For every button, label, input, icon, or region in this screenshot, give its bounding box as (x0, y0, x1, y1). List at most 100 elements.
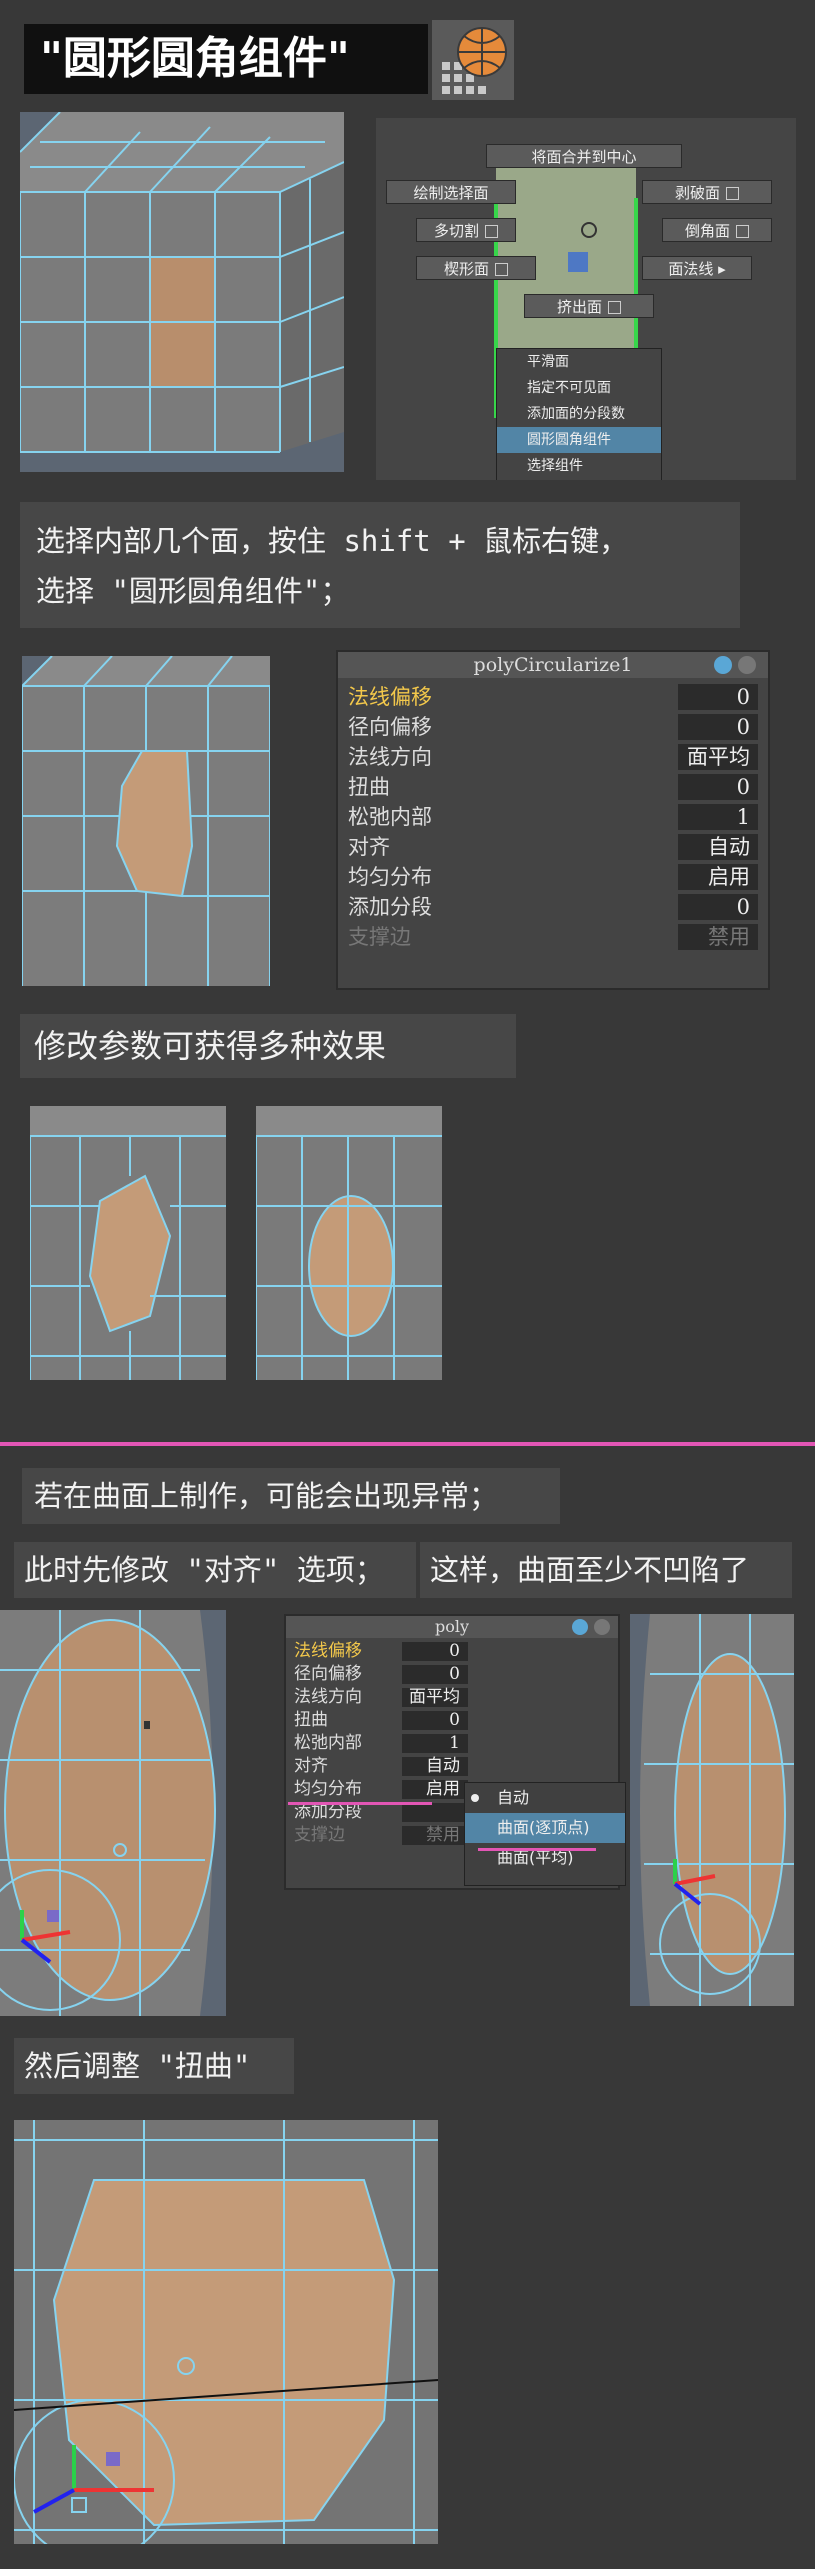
attr-value-field[interactable]: 面平均 (402, 1688, 468, 1707)
close-icon[interactable] (738, 656, 756, 674)
menu-label: 倒角面 (684, 222, 730, 240)
viewport-circularized (22, 656, 270, 986)
attr-label: 松弛内部 (348, 805, 432, 829)
viewport-variant-b (256, 1106, 442, 1380)
submenu-item[interactable]: 指定不可见面 (497, 375, 661, 401)
page-title: "圆形圆角组件" (24, 24, 428, 94)
twist-caption: 然后调整 "扭曲" (14, 2038, 294, 2094)
attr-value-field[interactable] (402, 1803, 468, 1822)
submenu-item[interactable]: 添加面的分段数 (497, 401, 661, 427)
attr-row-twist: 扭曲 0 (286, 1709, 618, 1732)
attr-row-alignment: 对齐 自动 (338, 832, 768, 862)
attr-row-normal-direction: 法线方向 面平均 (286, 1686, 618, 1709)
attr-value-field[interactable]: 0 (678, 894, 758, 920)
panel-title: polyCircularize1 (338, 652, 768, 678)
close-icon[interactable] (594, 1619, 610, 1635)
attr-row-relax-interior: 松弛内部 1 (338, 802, 768, 832)
circularize-icon (432, 20, 514, 100)
attr-row-normal-offset: 法线偏移 0 (338, 682, 768, 712)
attr-label: 法线偏移 (294, 1641, 362, 1661)
attr-label: 添加分段 (348, 895, 432, 919)
attr-value-field[interactable]: 0 (678, 774, 758, 800)
attr-value-field[interactable]: 0 (678, 684, 758, 710)
attr-value-field[interactable]: 1 (678, 804, 758, 830)
surface-warning-caption: 若在曲面上制作，可能会出现异常； (22, 1468, 560, 1524)
option-box-icon[interactable] (608, 301, 621, 314)
attr-value-field[interactable]: 0 (402, 1642, 468, 1661)
attr-row-even-distribution: 均匀分布 启用 (338, 862, 768, 892)
caption-line: 选择 "圆形圆角组件"； (36, 574, 350, 608)
attr-label: 法线偏移 (348, 685, 432, 709)
face-normal-button[interactable]: 面法线 ▸ (642, 256, 752, 280)
highlight-underline (478, 1848, 596, 1851)
submenu-item[interactable]: 选择组件 (497, 453, 661, 479)
alignment-dropdown[interactable]: 自动 (402, 1757, 468, 1776)
viewport-surface-fixed (630, 1614, 794, 2006)
multi-cut-button[interactable]: 多切割 (416, 218, 516, 242)
panel-toggle-icon[interactable] (714, 656, 732, 674)
menu-label: 楔形面 (443, 260, 489, 278)
attr-row-normal-direction: 法线方向 面平均 (338, 742, 768, 772)
panel-toggle-icon[interactable] (572, 1619, 588, 1635)
draw-select-face-button[interactable]: 绘制选择面 (386, 180, 516, 204)
merge-to-center-button[interactable]: 将面合并到中心 (486, 144, 682, 168)
extrude-face-button[interactable]: 挤出面 (524, 294, 654, 318)
highlight-underline (288, 1802, 432, 1805)
attr-label: 径向偏移 (348, 715, 432, 739)
attr-value-field[interactable]: 禁用 (402, 1826, 468, 1845)
option-label: 自动 (497, 1788, 530, 1807)
result-caption: 这样，曲面至少不凹陷了 (420, 1542, 792, 1598)
attr-value-field[interactable]: 启用 (678, 864, 758, 890)
option-box-icon[interactable] (726, 187, 739, 200)
marking-menu-screenshot: 将面合并到中心 绘制选择面 剥破面 多切割 倒角面 楔形面 面法线 ▸ 挤出面 … (376, 118, 796, 480)
align-option-caption: 此时先修改 "对齐" 选项； (14, 1542, 416, 1598)
attr-label: 均匀分布 (348, 865, 432, 889)
attr-row-radial-offset: 径向偏移 0 (286, 1663, 618, 1686)
selected-dot-icon (471, 1794, 479, 1802)
section-divider (0, 1442, 815, 1446)
option-box-icon[interactable] (736, 225, 749, 238)
dropdown-option[interactable]: 自动 (465, 1783, 625, 1813)
attr-label: 支撑边 (348, 925, 411, 949)
menu-label: 多切割 (433, 222, 479, 240)
attr-label: 对齐 (348, 835, 390, 859)
menu-label: 面法线 (668, 260, 714, 278)
menu-label: 挤出面 (556, 298, 602, 316)
viewport-twist-result (14, 2120, 438, 2544)
attr-label: 支撑边 (294, 1825, 345, 1845)
viewport-surface-issue (0, 1610, 226, 2016)
menu-label: 剥破面 (674, 184, 720, 202)
instruction-caption: 选择内部几个面，按住 shift + 鼠标右键， 选择 "圆形圆角组件"； (20, 502, 740, 628)
attribute-panel: polyCircularize1 法线偏移 0 径向偏移 0 法线方向 面平均 扭曲 0… (336, 650, 770, 990)
peel-face-button[interactable]: 剥破面 (642, 180, 772, 204)
option-box-icon[interactable] (495, 263, 508, 276)
attr-label: 均匀分布 (294, 1779, 362, 1799)
panel-title: poly (286, 1616, 618, 1638)
wedge-face-button[interactable]: 楔形面 (416, 256, 536, 280)
alignment-dropdown-menu: 自动 曲面(逐顶点) 曲面(平均) (464, 1782, 626, 1886)
attr-label: 对齐 (294, 1756, 328, 1776)
attr-label: 松弛内部 (294, 1733, 362, 1753)
submenu-item[interactable]: 平滑面 (497, 349, 661, 375)
attr-label: 扭曲 (294, 1710, 328, 1730)
attr-label: 扭曲 (348, 775, 390, 799)
attr-value-field[interactable]: 自动 (678, 834, 758, 860)
attr-value-field[interactable]: 禁用 (678, 924, 758, 950)
attr-value-field[interactable]: 启用 (402, 1780, 468, 1799)
caption-line: 选择内部几个面，按住 shift + 鼠标右键， (36, 524, 629, 558)
attr-value-field[interactable]: 0 (678, 714, 758, 740)
option-box-icon[interactable] (485, 225, 498, 238)
bevel-face-button[interactable]: 倒角面 (662, 218, 772, 242)
attr-row-alignment: 对齐 自动 (286, 1755, 618, 1778)
attr-value-field[interactable]: 0 (402, 1711, 468, 1730)
attr-value-field[interactable]: 0 (402, 1665, 468, 1684)
attr-row-normal-offset: 法线偏移 0 (286, 1640, 618, 1663)
submenu: 平滑面 指定不可见面 添加面的分段数 圆形圆角组件 选择组件 (496, 348, 662, 480)
submenu-item-selected[interactable]: 圆形圆角组件 (497, 427, 661, 453)
effects-caption: 修改参数可获得多种效果 (20, 1014, 516, 1078)
menu-label: 绘制选择面 (413, 184, 489, 202)
dropdown-option-highlighted[interactable]: 曲面(逐顶点) (465, 1813, 625, 1843)
attr-value-field[interactable]: 面平均 (678, 744, 758, 770)
attr-value-field[interactable]: 1 (402, 1734, 468, 1753)
attr-label: 法线方向 (294, 1687, 362, 1707)
